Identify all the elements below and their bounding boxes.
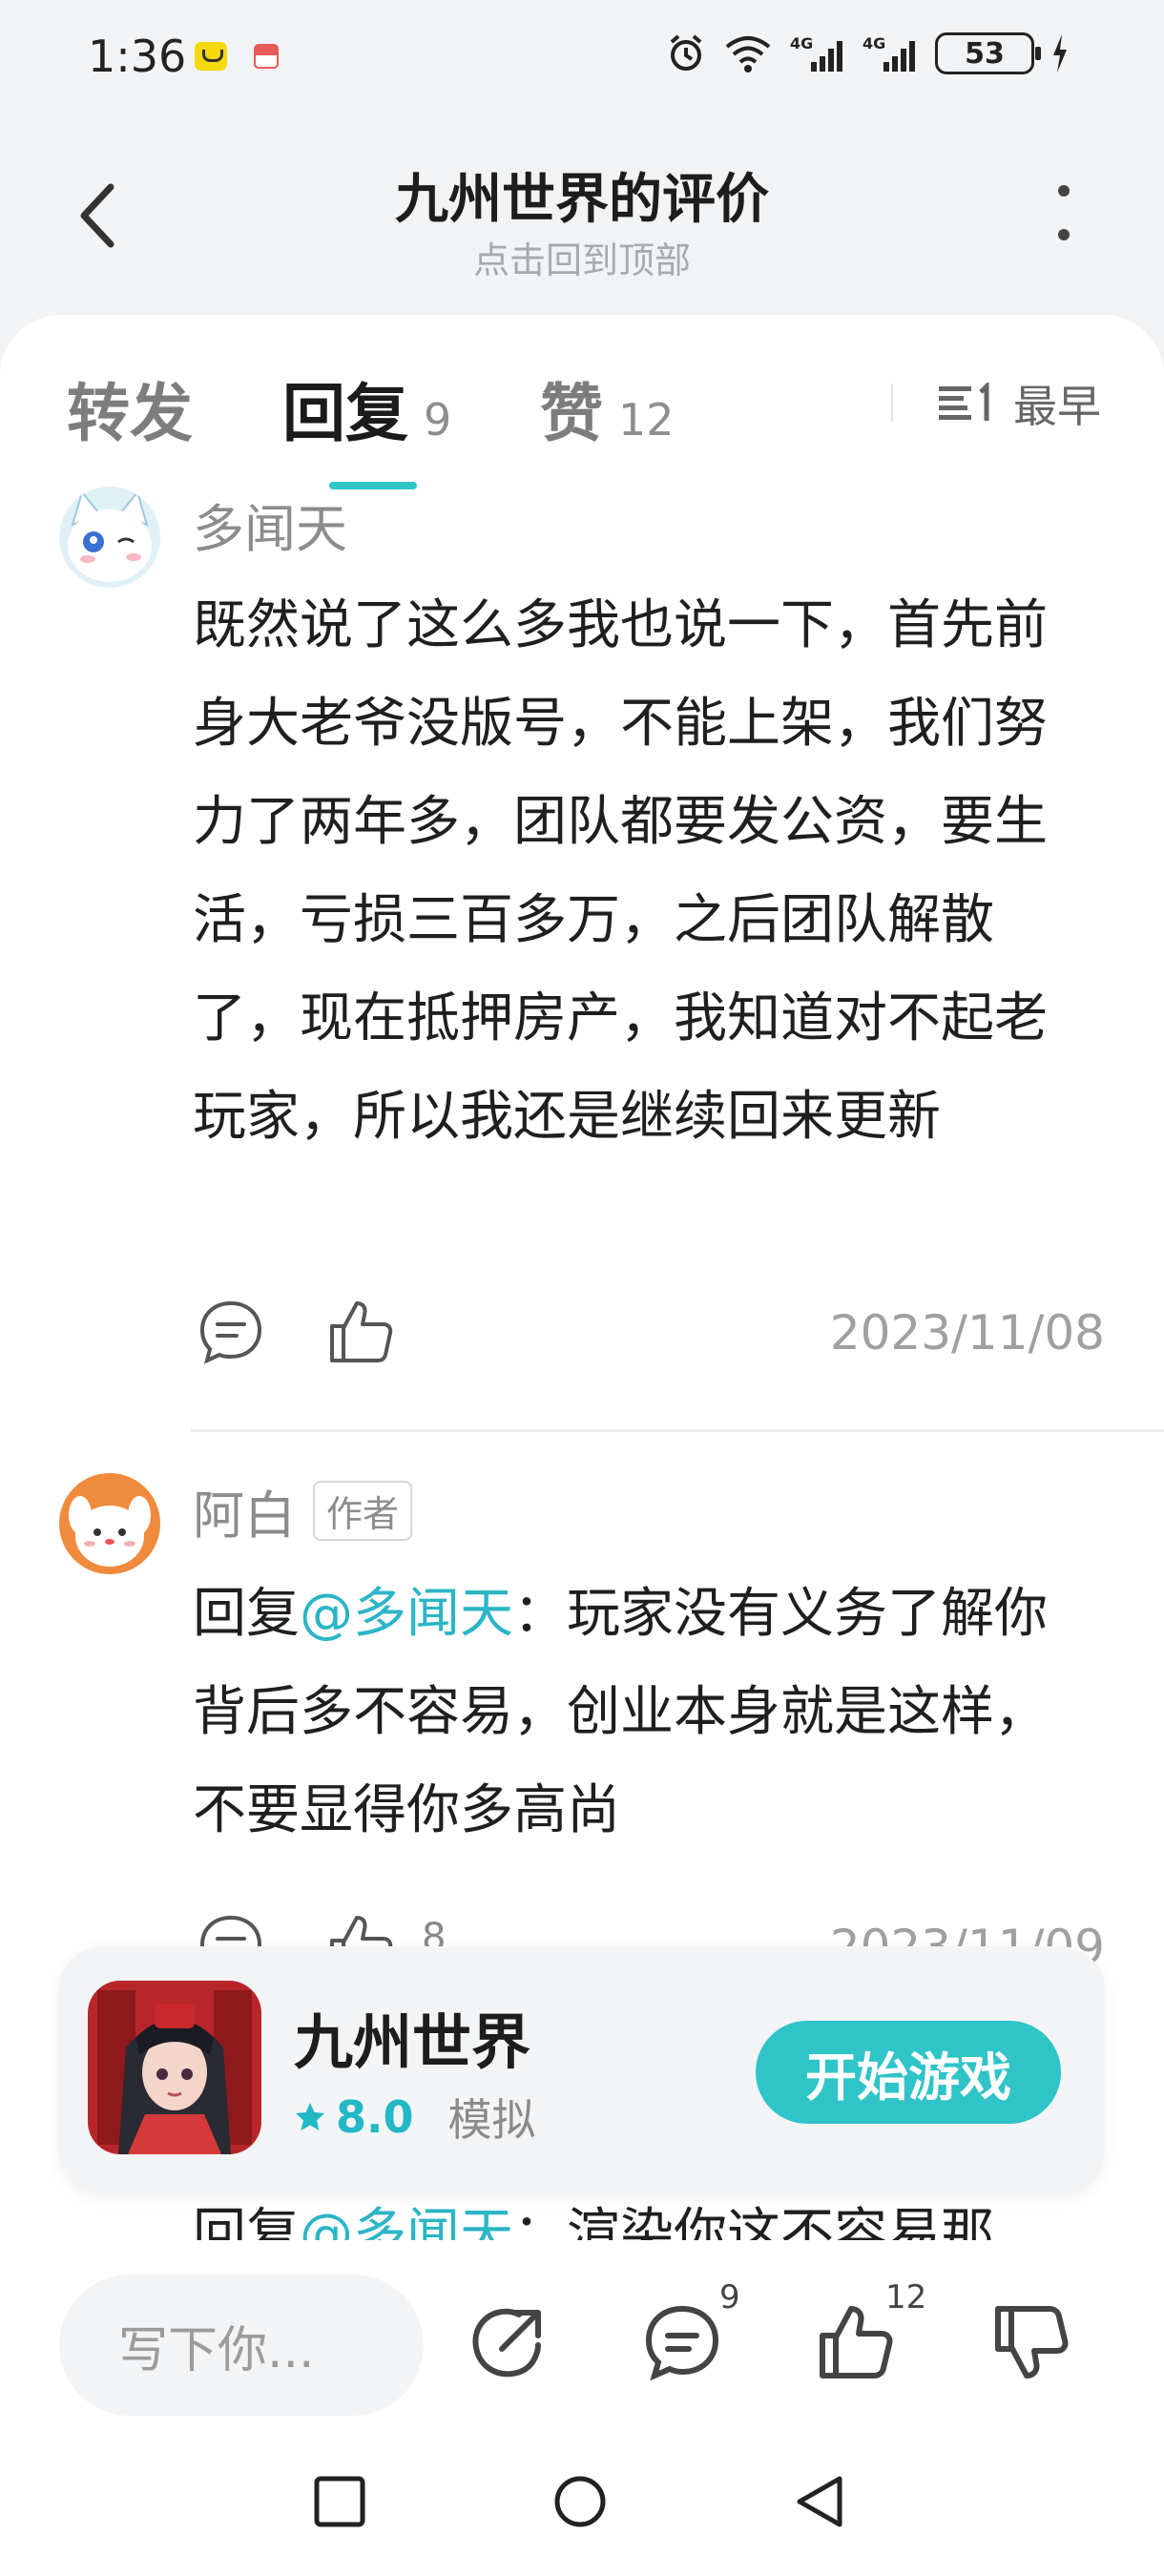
author-name: 阿白: [193, 1485, 296, 1546]
sort-icon: [939, 383, 989, 421]
divider: [191, 1429, 1164, 1432]
like-count-badge: 12: [885, 2278, 927, 2316]
game-icon[interactable]: [88, 1981, 261, 2154]
divider: [891, 384, 893, 422]
wifi-icon: [725, 36, 771, 73]
home-icon[interactable]: [553, 2475, 607, 2528]
author-badge: 作者: [313, 1481, 413, 1541]
calendar-notification-icon: [254, 44, 279, 69]
cat-avatar-icon: [59, 487, 160, 588]
tab-forward[interactable]: 转发: [67, 363, 193, 454]
comment-author[interactable]: 多闻天: [193, 487, 347, 562]
thumbs-up-icon[interactable]: [817, 2303, 895, 2381]
comment-icon[interactable]: [643, 2303, 721, 2381]
svg-text:4G: 4G: [863, 34, 885, 52]
tab-replies[interactable]: 回复 9: [282, 363, 451, 454]
comment-text: 回复@多闻天：玩家没有义务了解你背后多不容易，创业本身就是这样，不要显得你多高尚: [193, 1565, 1070, 1859]
star-icon: [296, 2103, 324, 2130]
message-notification-icon: [195, 42, 227, 71]
tab-label: 转发: [67, 377, 193, 450]
reply-icon[interactable]: [197, 1298, 265, 1366]
share-icon[interactable]: [469, 2303, 548, 2381]
game-card[interactable]: 九州世界 8.0 模拟 开始游戏: [59, 1946, 1105, 2194]
game-character-icon: [88, 1981, 261, 2154]
page-title: 九州世界的评价: [395, 169, 769, 231]
system-nav-bar: [0, 2431, 1164, 2576]
game-rating: 8.0: [336, 2091, 414, 2143]
comment-text: 既然说了这么多我也说一下，首先前身大老爷没版号，不能上架，我们努力了两年多，团队…: [193, 594, 1048, 1148]
thumbs-down-icon[interactable]: [992, 2303, 1070, 2381]
comment-actions: 2023/11/08: [193, 1298, 1109, 1374]
game-name: 九州世界: [294, 2007, 531, 2077]
start-game-button[interactable]: 开始游戏: [756, 2021, 1061, 2124]
more-options-button[interactable]: [1050, 185, 1078, 252]
reply-prefix: 回复: [193, 1583, 300, 1645]
tab-label: 赞: [540, 377, 603, 450]
signal-4g-icon: 4G: [790, 34, 842, 72]
comment-author[interactable]: 阿白 作者: [193, 1473, 413, 1548]
dog-avatar-icon: [59, 1473, 160, 1574]
scroll-to-top-hint[interactable]: 点击回到顶部: [0, 231, 1164, 283]
game-genre: 模拟: [447, 2094, 536, 2146]
tab-count: 9: [424, 394, 452, 446]
thumbs-up-icon[interactable]: [326, 1298, 395, 1366]
sort-button[interactable]: 最早: [939, 372, 1101, 435]
battery-indicator: 53: [935, 32, 1041, 74]
tab-likes[interactable]: 赞 12: [540, 363, 675, 454]
signal-4g-icon: 4G: [863, 34, 915, 72]
avatar[interactable]: [59, 487, 160, 588]
recent-apps-icon[interactable]: [313, 2475, 366, 2528]
sort-label: 最早: [1013, 381, 1101, 432]
comment-date: 2023/11/08: [829, 1305, 1105, 1361]
tab-count: 12: [618, 394, 675, 446]
status-right-icons: 4G 4G 53: [666, 32, 1069, 74]
tab-label: 回复: [282, 377, 408, 450]
status-notification-icons: [195, 42, 279, 71]
mention-link[interactable]: @多闻天: [300, 1583, 513, 1645]
more-dot-icon: [1058, 185, 1070, 197]
tab-bar: 转发 回复 9 赞 12 最早: [0, 315, 1164, 496]
battery-level: 53: [965, 36, 1005, 71]
status-time: 1:36: [88, 31, 187, 82]
game-meta: 8.0 模拟: [294, 2086, 536, 2149]
alarm-icon: [670, 34, 702, 71]
more-dot-icon: [1058, 229, 1070, 240]
author-name: 多闻天: [193, 499, 347, 559]
status-bar: 1:36 4G 4G 53: [0, 0, 1164, 114]
avatar[interactable]: [59, 1473, 160, 1574]
charging-icon: [1053, 34, 1067, 73]
comment-input[interactable]: 写下你...: [59, 2275, 424, 2416]
reply-count-badge: 9: [719, 2278, 740, 2316]
back-nav-icon[interactable]: [794, 2475, 847, 2528]
bottom-action-bar: 写下你... 9 12: [0, 2240, 1164, 2431]
header: 九州世界的评价 点击回到顶部: [0, 143, 1164, 286]
svg-text:4G: 4G: [790, 34, 813, 52]
